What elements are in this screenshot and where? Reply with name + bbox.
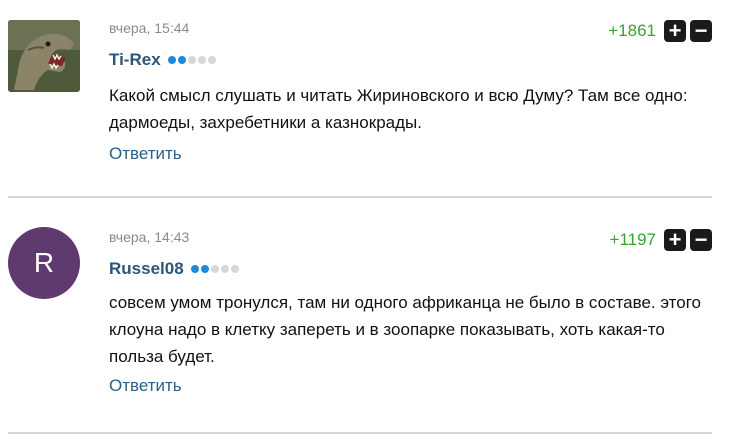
comment-timestamp: вчера, 14:43 xyxy=(109,229,190,245)
level-dot xyxy=(200,265,209,273)
level-dot xyxy=(220,265,229,273)
divider xyxy=(8,196,712,198)
author-name[interactable]: Russel08 xyxy=(109,259,184,279)
comment-timestamp: вчера, 15:44 xyxy=(109,20,190,36)
rating: +1197 + − xyxy=(610,229,712,251)
reply-link[interactable]: Ответить xyxy=(109,376,182,396)
downvote-button[interactable]: − xyxy=(690,20,712,42)
upvote-button[interactable]: + xyxy=(664,20,686,42)
level-dot xyxy=(230,265,239,273)
user-level-indicator xyxy=(167,56,216,64)
comment-text: Какой смысл слушать и читать Жириновског… xyxy=(109,86,688,132)
level-dot xyxy=(207,56,216,64)
user-level-indicator xyxy=(190,265,239,273)
author-row: Ti-Rex xyxy=(109,50,216,70)
comment-item: R вчера, 14:43 Russel08 совсем умом трон… xyxy=(0,199,730,434)
divider xyxy=(8,432,712,434)
level-dot xyxy=(210,265,219,273)
level-dot xyxy=(187,56,196,64)
reply-link[interactable]: Ответить xyxy=(109,144,182,164)
rating-score: +1197 xyxy=(609,230,656,249)
level-dot xyxy=(177,56,186,64)
comment-item: вчера, 15:44 Ti-Rex Какой смысл слушать … xyxy=(0,0,730,197)
author-row: Russel08 xyxy=(109,259,239,279)
author-name[interactable]: Ti-Rex xyxy=(109,50,161,70)
rating: +1861 + − xyxy=(608,20,712,42)
level-dot xyxy=(190,265,199,273)
upvote-button[interactable]: + xyxy=(664,229,686,251)
avatar[interactable] xyxy=(8,20,80,92)
downvote-button[interactable]: − xyxy=(690,229,712,251)
level-dot xyxy=(167,56,176,64)
comment-text: совсем умом тронулся, там ни одного афри… xyxy=(109,293,702,366)
level-dot xyxy=(197,56,206,64)
avatar[interactable]: R xyxy=(8,227,80,299)
rating-score: +1861 xyxy=(608,21,656,40)
dinosaur-icon xyxy=(8,20,80,92)
